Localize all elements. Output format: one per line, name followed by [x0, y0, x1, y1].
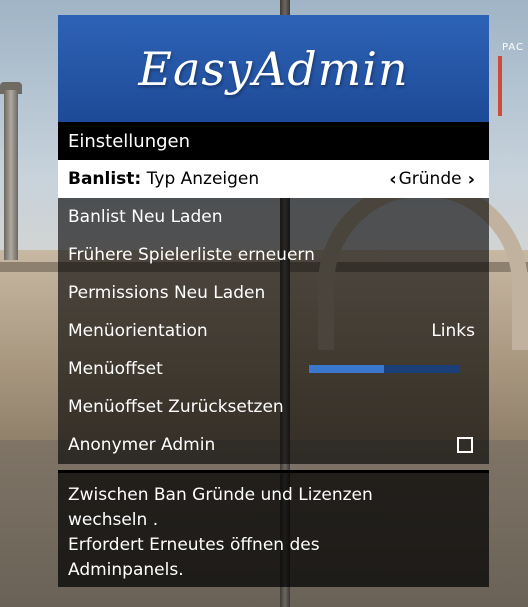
menu-item-label: Frühere Spielerliste erneuern — [68, 245, 315, 265]
description-line: Adminpanels. — [68, 560, 184, 580]
menu-item-reset-offset[interactable]: Menüoffset Zurücksetzen — [58, 388, 489, 426]
chevron-right-icon[interactable]: › — [468, 169, 475, 190]
checkbox-icon[interactable] — [457, 437, 473, 453]
offset-slider[interactable] — [309, 365, 459, 373]
menu-item-label: Menüorientation — [68, 321, 208, 341]
menu-item-label-text: Typ Anzeigen — [146, 169, 260, 189]
menu-items: Banlist: Typ Anzeigen ‹ Gründe › Banlist… — [58, 160, 489, 464]
menu-item-label: Menüoffset Zurücksetzen — [68, 397, 284, 417]
background-sign: PAC — [502, 42, 525, 53]
menu-banner-title: EasyAdmin — [138, 41, 409, 96]
menu-item-label: Anonymer Admin — [68, 435, 216, 455]
description-line: Erfordert Erneutes öffnen des — [68, 535, 320, 555]
list-selector[interactable]: ‹ Gründe › — [389, 169, 475, 190]
chevron-left-icon[interactable]: ‹ — [389, 169, 396, 190]
menu-item-banlist-reload[interactable]: Banlist Neu Laden — [58, 198, 489, 236]
menu-item-banlist-type[interactable]: Banlist: Typ Anzeigen ‹ Gründe › — [58, 160, 489, 198]
menu-banner: EasyAdmin — [58, 15, 489, 122]
menu-item-menu-orientation[interactable]: Menüorientation Links — [58, 312, 489, 350]
menu-item-menu-offset[interactable]: Menüoffset — [58, 350, 489, 388]
menu-item-label: Banlist: Typ Anzeigen — [68, 169, 259, 189]
menu-item-label: Menüoffset — [68, 359, 163, 379]
menu-description: Zwischen Ban Gründe und Lizenzen wechsel… — [58, 470, 489, 587]
menu-item-anonymous-admin[interactable]: Anonymer Admin — [58, 426, 489, 464]
offset-slider-fill — [309, 365, 384, 373]
menu-subtitle: Einstellungen — [58, 122, 489, 160]
list-value: Gründe — [398, 169, 462, 189]
flag — [498, 56, 502, 116]
menu-item-refresh-playerlist[interactable]: Frühere Spielerliste erneuern — [58, 236, 489, 274]
lamp-post — [4, 90, 18, 260]
menu-item-permissions-reload[interactable]: Permissions Neu Laden — [58, 274, 489, 312]
menu-item-label: Banlist Neu Laden — [68, 207, 223, 227]
description-line: wechseln . — [68, 510, 159, 530]
description-line: Zwischen Ban Gründe und Lizenzen — [68, 485, 373, 505]
easyadmin-menu: EasyAdmin Einstellungen Banlist: Typ Anz… — [58, 15, 489, 587]
menu-item-prefix: Banlist: — [68, 169, 142, 189]
list-value: Links — [431, 321, 475, 341]
menu-item-label: Permissions Neu Laden — [68, 283, 266, 303]
